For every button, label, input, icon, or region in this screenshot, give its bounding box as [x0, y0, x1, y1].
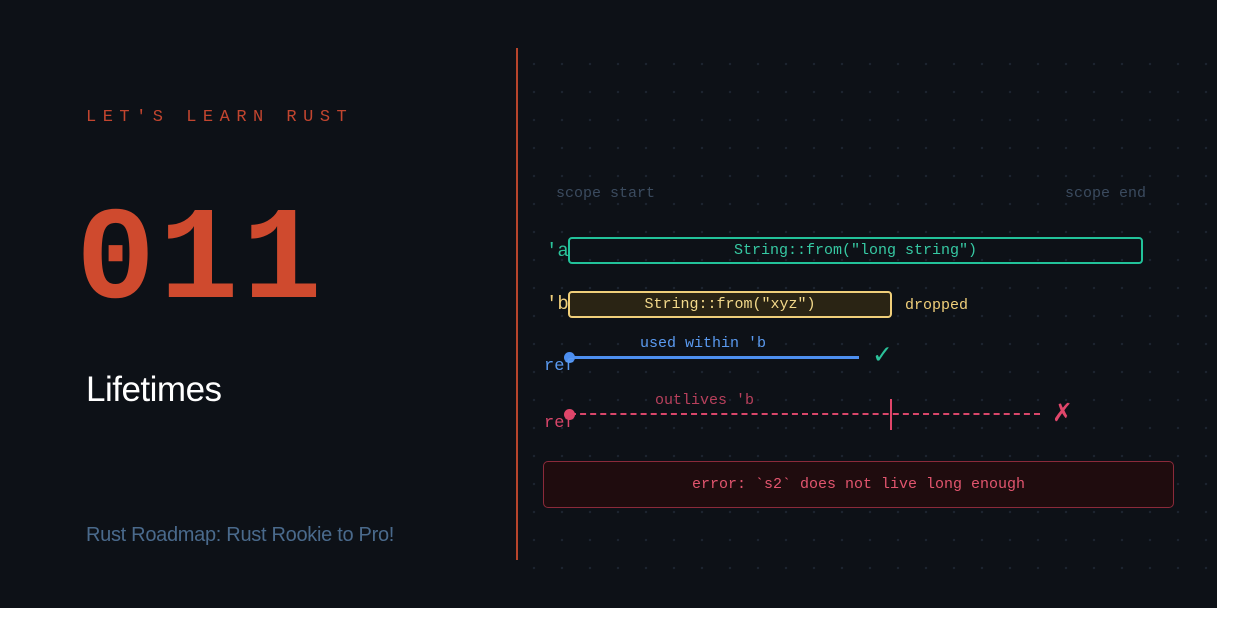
scope-end-label: scope end: [1065, 185, 1147, 202]
invalid-ref-label: ref: [544, 414, 575, 433]
dropped-label: dropped: [905, 297, 969, 314]
valid-ref-label: ref: [544, 357, 575, 376]
scope-start-label: scope start: [556, 185, 656, 202]
check-icon: ✓: [872, 340, 893, 369]
series-kicker: LET'S LEARN RUST: [86, 108, 354, 127]
cross-icon: ✗: [1052, 398, 1073, 427]
lifetime-a-value: String::from("long string"): [733, 242, 978, 259]
error-message: error: `s2` does not live long enough: [691, 476, 1026, 493]
lifetime-a-label: 'a: [546, 240, 569, 262]
drop-point-marker: [890, 399, 892, 430]
lifetime-b-bar: String::from("xyz"): [568, 291, 892, 318]
lifetime-b-label: 'b: [546, 293, 569, 315]
error-message-box: error: `s2` does not live long enough: [543, 461, 1174, 508]
valid-ref-line: [570, 356, 859, 359]
invalid-ref-line: [570, 413, 1040, 415]
vertical-divider: [516, 48, 518, 560]
lifetime-b-value: String::from("xyz"): [644, 296, 816, 313]
invalid-ref-caption: outlives 'b: [655, 392, 755, 409]
page-title: Lifetimes: [86, 370, 222, 409]
series-footer: Rust Roadmap: Rust Rookie to Pro!: [86, 524, 395, 546]
episode-number: 011: [76, 187, 326, 337]
valid-ref-caption: used within 'b: [640, 335, 767, 352]
dot-grid-background: [520, 50, 1217, 590]
lifetime-a-bar: String::from("long string"): [568, 237, 1143, 264]
slide-card: LET'S LEARN RUST 011 Lifetimes Rust Road…: [0, 0, 1217, 608]
